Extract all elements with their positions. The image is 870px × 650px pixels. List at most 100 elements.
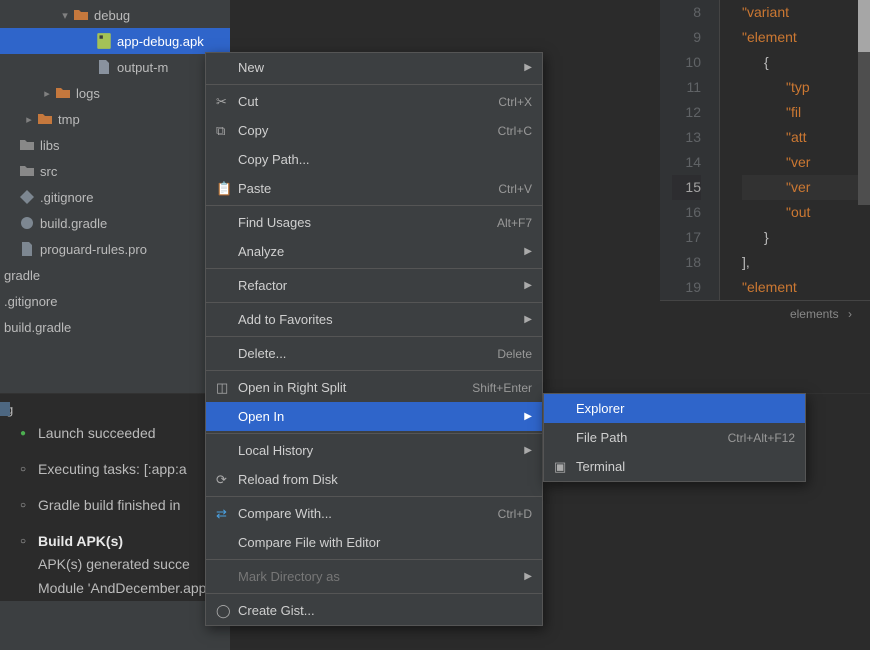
- menu-refactor[interactable]: Refactor▶: [206, 271, 542, 300]
- log-text: Launch succeeded: [38, 425, 156, 441]
- menu-separator: [206, 268, 542, 269]
- github-icon: ◯: [216, 603, 238, 619]
- tree-label: build.gradle: [40, 216, 107, 231]
- tree-label: src: [40, 164, 57, 179]
- gradle-file-icon: [18, 215, 36, 231]
- menu-copy-path[interactable]: Copy Path...: [206, 145, 542, 174]
- line-number: 14: [672, 150, 701, 175]
- menu-cut[interactable]: ✂CutCtrl+X: [206, 87, 542, 116]
- line-number: 12: [672, 100, 701, 125]
- menu-separator: [206, 559, 542, 560]
- tree-file-output[interactable]: output-m: [0, 54, 230, 80]
- menu-separator: [206, 302, 542, 303]
- menu-paste[interactable]: 📋PasteCtrl+V: [206, 174, 542, 203]
- menu-add-favorites[interactable]: Add to Favorites▶: [206, 305, 542, 334]
- compare-icon: ⇄: [216, 506, 238, 522]
- chevron-down-icon: ▾: [58, 9, 72, 22]
- context-submenu-open-in[interactable]: Explorer File PathCtrl+Alt+F12 ▣Terminal: [543, 393, 806, 482]
- tree-label: proguard-rules.pro: [40, 242, 147, 257]
- paste-icon: 📋: [216, 181, 238, 197]
- tree-label: .gitignore: [4, 294, 57, 309]
- json-file-icon: [95, 59, 113, 75]
- chevron-right-icon: ▶: [518, 246, 532, 257]
- menu-delete[interactable]: Delete...Delete: [206, 339, 542, 368]
- menu-analyze[interactable]: Analyze▶: [206, 237, 542, 266]
- bullet-icon: ○: [20, 500, 38, 511]
- menu-separator: [206, 336, 542, 337]
- tree-file-build-gradle-root[interactable]: build.gradle: [0, 314, 230, 340]
- context-menu[interactable]: New▶ ✂CutCtrl+X ⧉CopyCtrl+C Copy Path...…: [205, 52, 543, 626]
- menu-open-right-split[interactable]: ◫Open in Right SplitShift+Enter: [206, 373, 542, 402]
- menu-separator: [206, 496, 542, 497]
- chevron-right-icon: ▶: [518, 280, 532, 291]
- tree-file-build-gradle[interactable]: build.gradle: [0, 210, 230, 236]
- folder-icon: [72, 7, 90, 23]
- line-number: 13: [672, 125, 701, 150]
- editor-scrollbar-thumb[interactable]: [858, 0, 870, 52]
- copy-icon: ⧉: [216, 123, 238, 139]
- log-text: Gradle build finished in: [38, 497, 180, 513]
- text-file-icon: [18, 241, 36, 257]
- git-file-icon: [18, 189, 36, 205]
- editor-content[interactable]: "variant "element { "typ "fil "att "ver …: [720, 0, 870, 300]
- menu-separator: [206, 205, 542, 206]
- menu-separator: [206, 433, 542, 434]
- line-number: 10: [672, 50, 701, 75]
- tree-folder-logs[interactable]: ▸ logs: [0, 80, 230, 106]
- line-number: 15: [672, 175, 701, 200]
- menu-find-usages[interactable]: Find UsagesAlt+F7: [206, 208, 542, 237]
- folder-icon: [18, 137, 36, 153]
- tree-label: gradle: [4, 268, 40, 283]
- chevron-right-icon: ▶: [518, 445, 532, 456]
- tree-folder-src[interactable]: src: [0, 158, 230, 184]
- menu-separator: [206, 370, 542, 371]
- folder-icon: [36, 111, 54, 127]
- submenu-explorer[interactable]: Explorer: [544, 394, 805, 423]
- line-number: 8: [672, 0, 701, 25]
- chevron-right-icon: ▶: [518, 314, 532, 325]
- tree-file-gitignore[interactable]: .gitignore: [0, 184, 230, 210]
- folder-icon: [54, 85, 72, 101]
- cut-icon: ✂: [216, 94, 238, 110]
- menu-reload-disk[interactable]: ⟳Reload from Disk: [206, 465, 542, 494]
- menu-open-in[interactable]: Open In▶: [206, 402, 542, 431]
- log-text: Executing tasks: [:app:a: [38, 461, 187, 477]
- line-number: 11: [672, 75, 701, 100]
- log-title: Build APK(s): [38, 533, 123, 549]
- tree-file-gitignore-root[interactable]: .gitignore: [0, 288, 230, 314]
- tree-label: output-m: [117, 60, 168, 75]
- tree-label: .gitignore: [40, 190, 93, 205]
- tree-label: debug: [94, 8, 130, 23]
- split-icon: ◫: [216, 380, 238, 396]
- editor-breadcrumb[interactable]: elements ›: [660, 300, 870, 327]
- tree-label: tmp: [58, 112, 80, 127]
- line-number: 9: [672, 25, 701, 50]
- menu-local-history[interactable]: Local History▶: [206, 436, 542, 465]
- breadcrumb-item[interactable]: elements: [790, 307, 839, 321]
- bullet-icon: ○: [20, 464, 38, 475]
- submenu-terminal[interactable]: ▣Terminal: [544, 452, 805, 481]
- menu-compare-with[interactable]: ⇄Compare With...Ctrl+D: [206, 499, 542, 528]
- chevron-right-icon: ▸: [22, 113, 36, 126]
- tree-folder-gradle[interactable]: gradle: [0, 262, 230, 288]
- line-number: 16: [672, 200, 701, 225]
- submenu-file-path[interactable]: File PathCtrl+Alt+F12: [544, 423, 805, 452]
- reload-icon: ⟳: [216, 472, 238, 488]
- line-number: 18: [672, 250, 701, 275]
- menu-compare-editor[interactable]: Compare File with Editor: [206, 528, 542, 557]
- tree-folder-debug[interactable]: ▾ debug: [0, 2, 230, 28]
- tree-label: build.gradle: [4, 320, 71, 335]
- tree-folder-tmp[interactable]: ▸ tmp: [0, 106, 230, 132]
- terminal-icon: ▣: [554, 459, 576, 475]
- menu-separator: [206, 84, 542, 85]
- chevron-right-icon: ▶: [518, 571, 532, 582]
- menu-create-gist[interactable]: ◯Create Gist...: [206, 596, 542, 625]
- menu-copy[interactable]: ⧉CopyCtrl+C: [206, 116, 542, 145]
- chevron-right-icon: ▸: [40, 87, 54, 100]
- tree-file-app-debug-apk[interactable]: app-debug.apk: [0, 28, 230, 54]
- editor-gutter: 8 9 10 11 12 13 14 15 16 17 18 19: [660, 0, 720, 300]
- menu-new[interactable]: New▶: [206, 53, 542, 82]
- tree-folder-libs[interactable]: libs: [0, 132, 230, 158]
- tree-file-proguard[interactable]: proguard-rules.pro: [0, 236, 230, 262]
- tree-label: app-debug.apk: [117, 34, 204, 49]
